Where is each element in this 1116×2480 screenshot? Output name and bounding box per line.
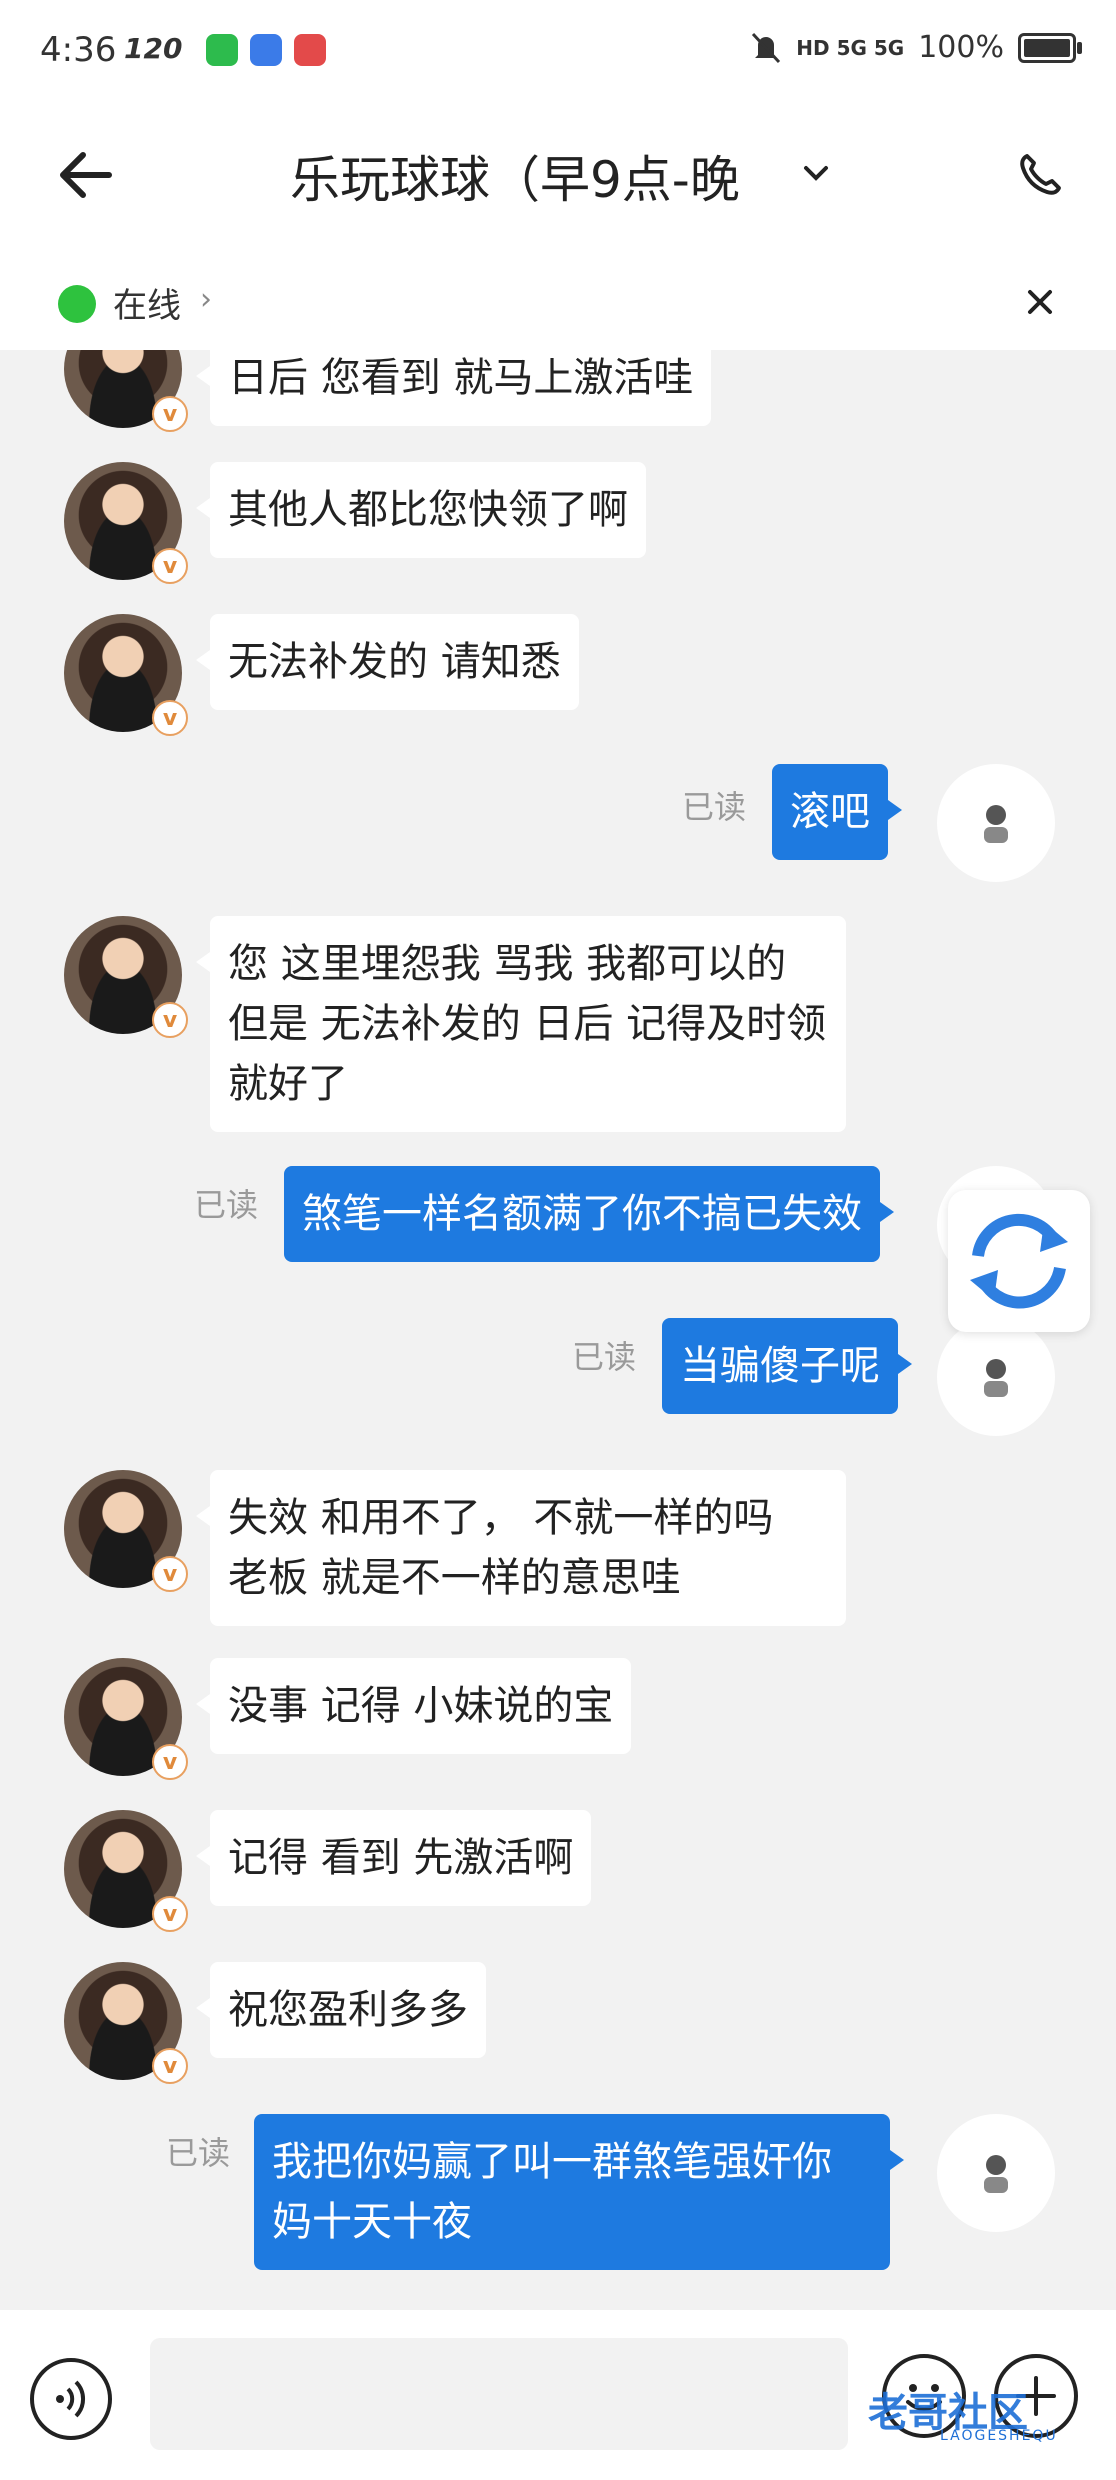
agent-avatar[interactable]: v [64,916,188,1038]
agent-avatar[interactable]: v [64,1658,188,1780]
watermark-sub: LAOGESHEQU [940,2428,1058,2444]
verified-badge-icon: v [152,548,188,584]
online-chevron-icon[interactable]: › [200,282,212,317]
agent-avatar[interactable]: v [64,1810,188,1932]
chevron-down-icon[interactable] [798,155,834,191]
voice-icon [56,2380,86,2418]
verified-badge-icon: v [152,1556,188,1592]
message-icon [250,34,282,66]
status-right: HD 5G 5G 100% [750,30,1082,65]
voice-button[interactable] [30,2358,112,2440]
read-receipt: 已读 [194,1186,259,1224]
message-bubble[interactable]: 日后 您看到 就马上激活哇 [195,350,712,426]
message-bubble[interactable]: 记得 看到 先激活啊 [195,1810,592,1906]
verified-badge-icon: v [152,1896,188,1932]
verified-badge-icon: v [152,1744,188,1780]
message-bubble[interactable]: 没事 记得 小妹说的宝 [195,1658,632,1754]
user-avatar-icon [984,805,1008,843]
refresh-button[interactable] [948,1190,1090,1332]
chat-header: 乐玩球球（早9点-晚 在线 › [0,100,1116,350]
read-receipt: 已读 [682,788,747,826]
agent-avatar[interactable]: v [64,350,188,432]
read-receipt: 已读 [166,2134,231,2172]
wechat-icon [206,34,238,66]
message-bubble[interactable]: 当骗傻子呢 [662,1318,912,1414]
app-notification-icon [294,34,326,66]
message-bubble[interactable]: 其他人都比您快领了啊 [196,462,646,558]
message-bubble[interactable]: 煞笔一样名额满了你不搞已失效 [284,1166,894,1262]
mute-bell-icon [752,32,781,63]
user-avatar-icon [984,1359,1008,1397]
agent-avatar[interactable]: v [64,1962,188,2084]
message-bubble[interactable]: 无法补发的 请知悉 [196,614,579,710]
verified-badge-icon: v [152,700,188,736]
message-bubble[interactable]: 我把你妈赢了叫一群煞笔强奸你 妈十天十夜 [254,2114,904,2270]
user-avatar[interactable] [937,764,1055,882]
message-bubble[interactable]: 祝您盈利多多 [196,1962,486,2058]
agent-avatar[interactable]: v [64,1470,188,1592]
phone-icon[interactable] [1015,150,1065,200]
verified-badge-icon: v [152,396,188,432]
back-arrow-icon[interactable] [55,145,115,205]
message-bubble[interactable]: 滚吧 [772,764,902,860]
user-avatar-icon [984,2155,1008,2193]
online-status[interactable]: 在线 [113,278,181,327]
battery-icon [1018,32,1082,63]
verified-badge-icon: v [152,1002,188,1038]
status-time: 4:36 [40,30,117,70]
network-indicator: HD 5G 5G [796,35,905,60]
refresh-rate: 120 [124,32,183,65]
battery-percent: 100% [918,30,1004,65]
read-receipt: 已读 [572,1338,637,1376]
agent-avatar[interactable]: v [64,462,188,584]
verified-badge-icon: v [152,2048,188,2084]
status-bar: 4:36 120 HD 5G 5G 100% [0,0,1116,100]
message-input[interactable] [150,2338,848,2450]
user-avatar[interactable] [937,1318,1055,1436]
chat-title[interactable]: 乐玩球球（早9点-晚 [290,140,740,212]
online-dot [58,285,96,323]
message-bubble[interactable]: 您 这里埋怨我 骂我 我都可以的 但是 无法补发的 日后 记得及时领 就好了 [196,916,846,1132]
close-icon[interactable] [1020,282,1060,322]
agent-avatar[interactable]: v [64,614,188,736]
message-bubble[interactable]: 失效 和用不了， 不就一样的吗 老板 就是不一样的意思哇 [196,1470,846,1626]
user-avatar[interactable] [937,2114,1055,2232]
refresh-icon [970,1213,1068,1309]
